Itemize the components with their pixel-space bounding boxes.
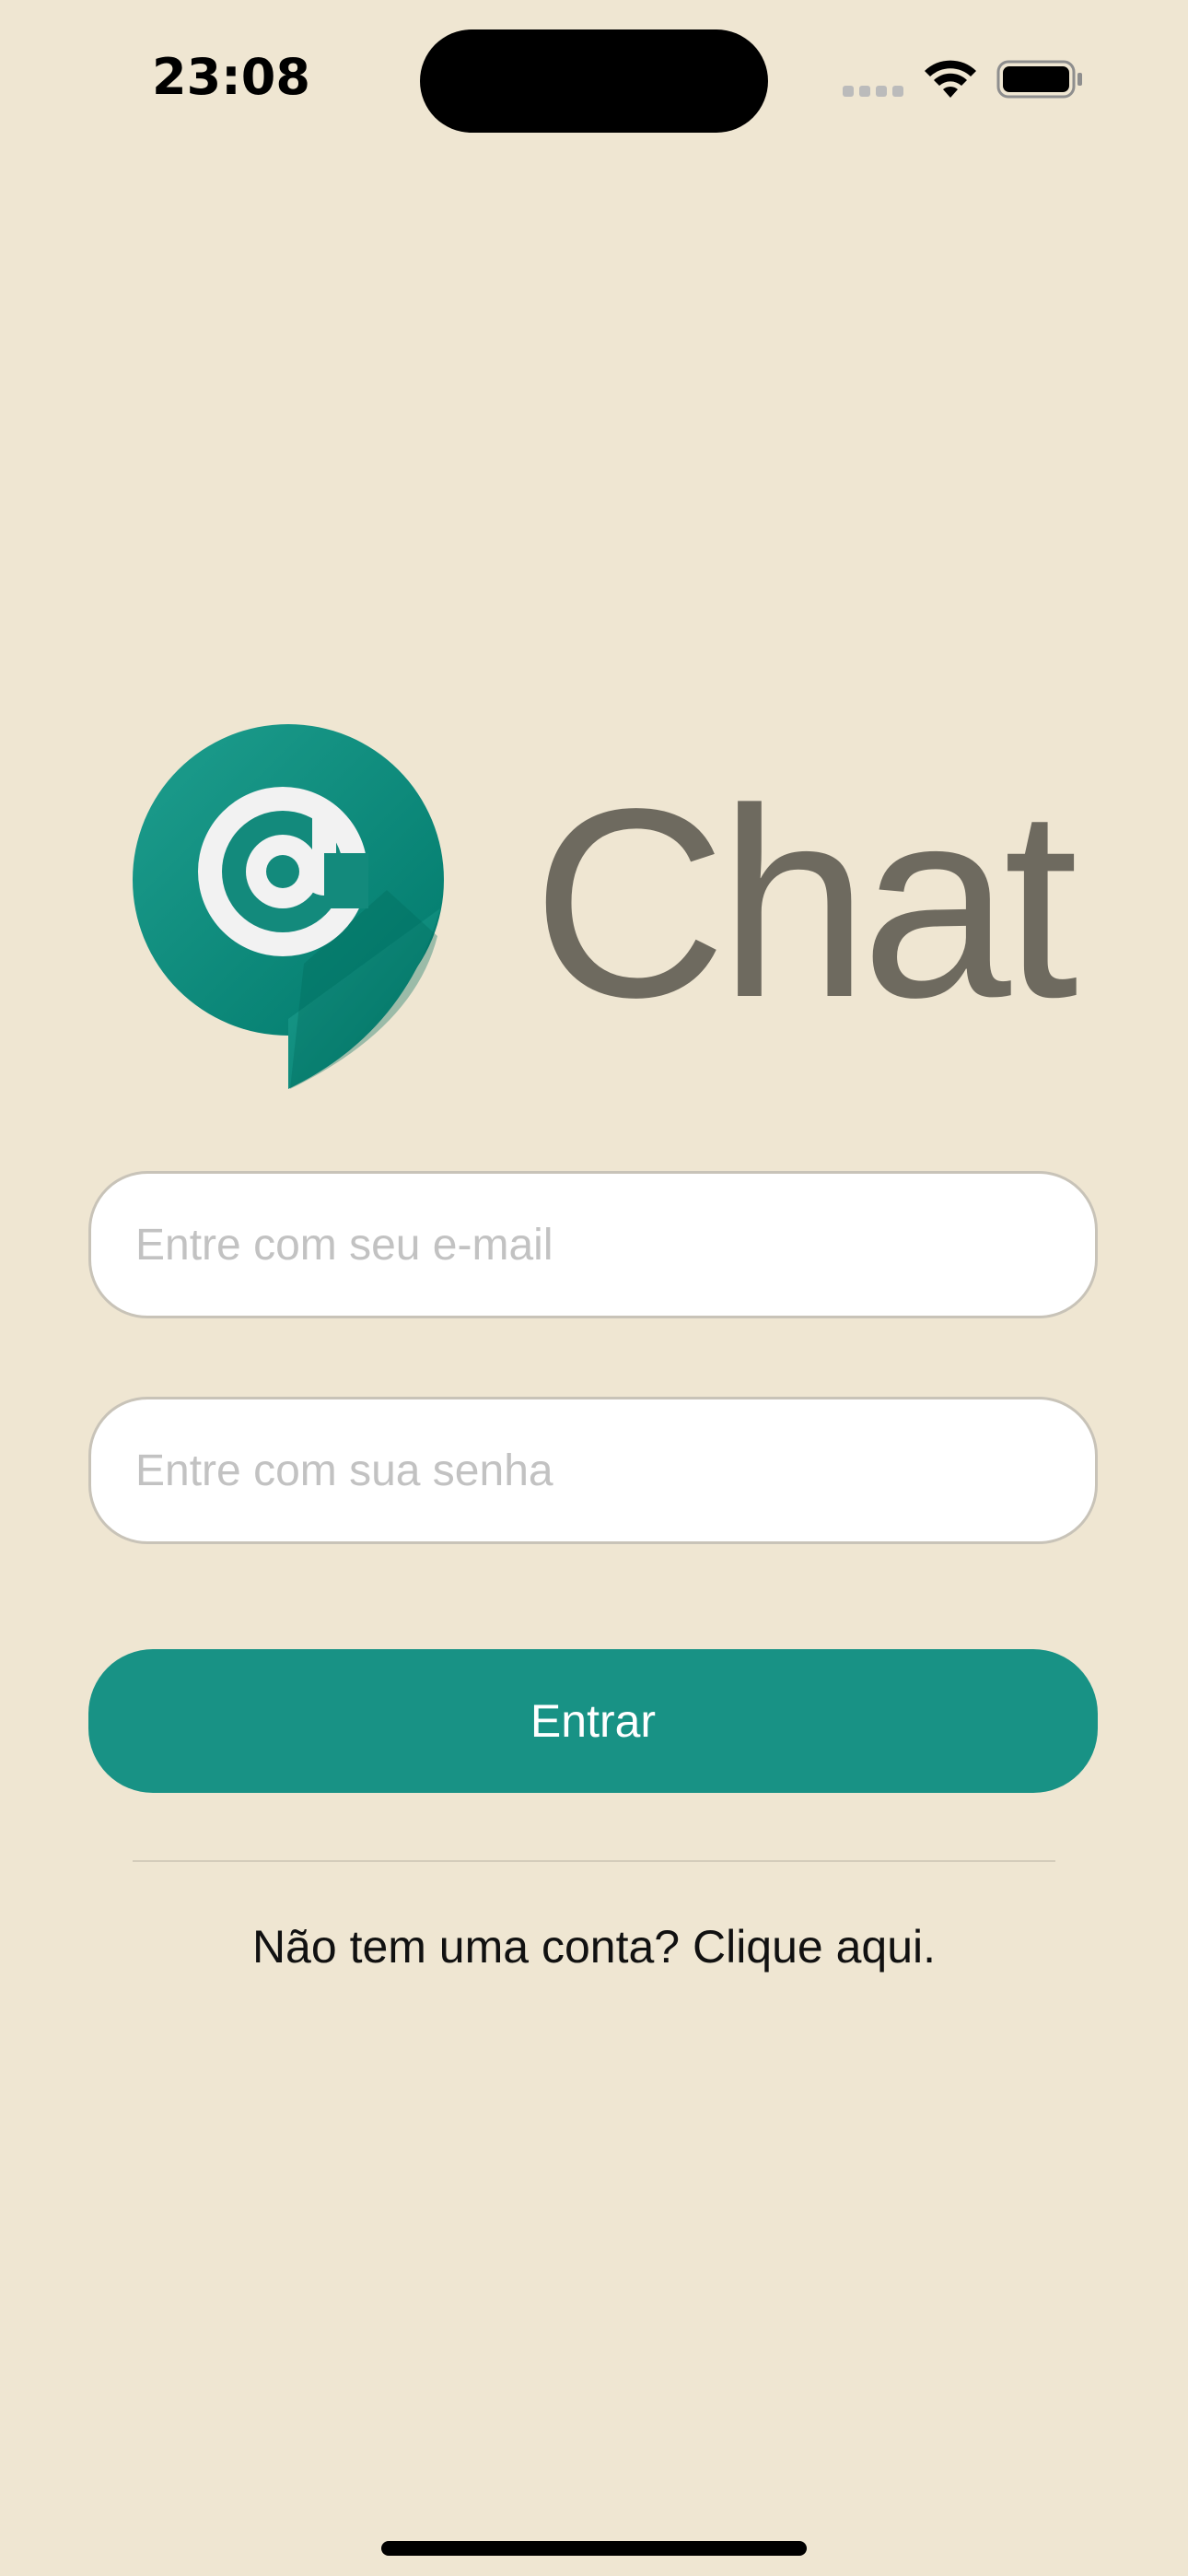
signup-link[interactable]: Não tem uma conta? Clique aqui.: [0, 1920, 1188, 1973]
wifi-icon: [925, 60, 976, 98]
app-logo-text: Chat: [532, 753, 1078, 1053]
password-field[interactable]: [88, 1397, 1098, 1544]
divider: [133, 1860, 1055, 1862]
home-indicator: [381, 2541, 807, 2556]
battery-icon: [996, 60, 1082, 99]
email-field[interactable]: [88, 1171, 1098, 1318]
cellular-signal-icon: [843, 85, 905, 98]
login-button[interactable]: Entrar: [88, 1649, 1098, 1793]
dynamic-island: [420, 29, 768, 133]
at-sign-chat-bubble-icon: [133, 724, 444, 1089]
status-time: 23:08: [152, 48, 310, 106]
